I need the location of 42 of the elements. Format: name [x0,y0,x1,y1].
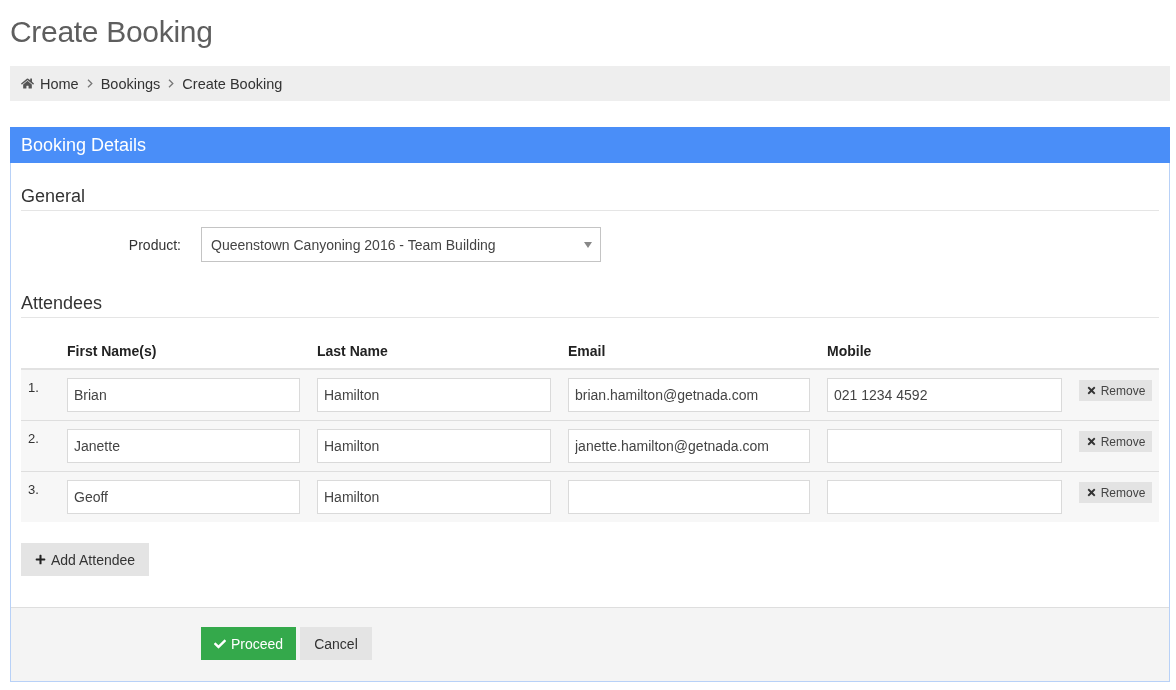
remove-button[interactable]: Remove [1079,380,1152,401]
mobile-field[interactable] [827,480,1062,514]
column-header: Email [568,343,607,359]
panel-title: Booking Details [10,127,1170,163]
remove-button[interactable]: Remove [1079,431,1152,452]
row-number: 2. [27,430,40,446]
last-name-field[interactable]: Hamilton [317,480,551,514]
page-title: Create Booking [10,14,214,50]
email-field[interactable] [568,480,810,514]
plus-icon [35,554,46,565]
close-icon [1085,487,1097,498]
chevron-right-icon [86,79,93,88]
section-heading: General [21,183,1159,211]
add-attendee-button[interactable]: Add Attendee [21,543,150,576]
product-label: Product: [127,236,181,253]
mobile-field[interactable] [827,429,1062,463]
breadcrumb-link[interactable]: Home [40,75,79,92]
column-header: Mobile [827,343,873,359]
first-name-field[interactable]: Brian [67,378,300,412]
close-icon [1085,385,1097,396]
home-icon [21,77,34,90]
first-name-field[interactable]: Janette [67,429,300,463]
row-number: 3. [27,481,40,497]
breadcrumb-current: Create Booking [182,75,283,92]
chevron-right-icon [168,79,175,88]
email-field[interactable]: janette.hamilton@getnada.com [568,429,810,463]
email-field[interactable]: brian.hamilton@getnada.com [568,378,810,412]
mobile-field[interactable]: 021 1234 4592 [827,378,1062,412]
first-name-field[interactable]: Geoff [67,480,300,514]
cancel-button[interactable]: Cancel [300,627,372,660]
column-header: Last Name [317,343,389,359]
remove-button[interactable]: Remove [1079,482,1152,503]
breadcrumb-link[interactable]: Bookings [100,75,161,92]
last-name-field[interactable]: Hamilton [317,378,551,412]
close-icon [1085,436,1097,447]
column-header: First Name(s) [67,343,158,359]
caret-down-icon [584,241,592,248]
check-icon [214,637,226,650]
row-number: 1. [27,379,40,395]
section-heading: Attendees [21,290,1159,318]
product-select[interactable]: Queenstown Canyoning 2016 - Team Building [201,227,601,262]
last-name-field[interactable]: Hamilton [317,429,551,463]
